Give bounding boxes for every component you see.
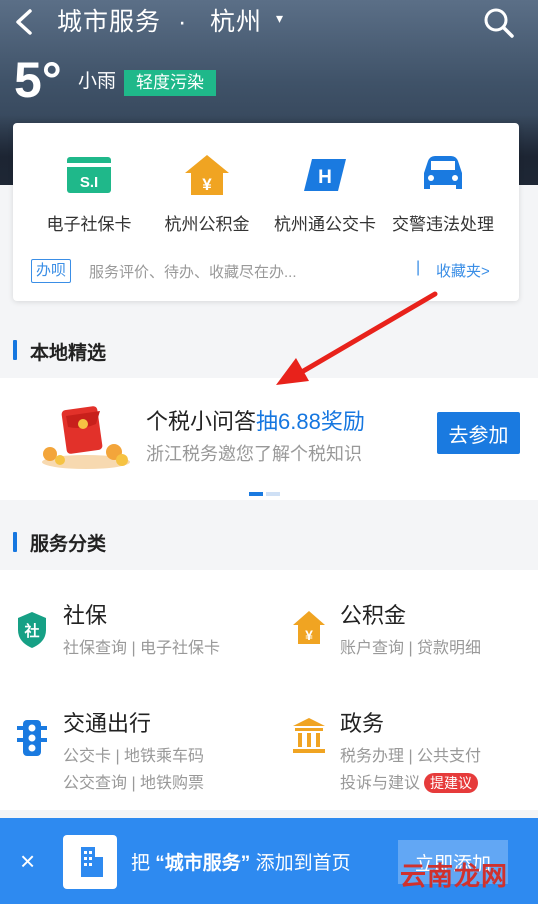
back-arrow-icon[interactable] [12, 8, 36, 36]
category-links[interactable]: 公交查询 | 地铁购票 [63, 769, 204, 793]
category-name: 公积金 [340, 603, 407, 628]
complaint-link[interactable]: 投诉与建议 [340, 775, 420, 792]
building-icon [81, 847, 103, 877]
car-icon [424, 156, 462, 189]
add-suffix: 添加到首页 [255, 853, 351, 874]
temperature: 5° [14, 52, 62, 108]
page-title: 城市服务 [57, 8, 162, 36]
category-links: 投诉与建议 提建议 [340, 769, 479, 793]
promo-subtitle: 浙江税务邀您了解个税知识 [146, 444, 362, 464]
hint-divider: | [416, 259, 421, 276]
promo-title: 个税小问答抽6.88奖励 [146, 404, 365, 436]
category-name: 政务 [340, 711, 385, 736]
quick-service-label: 交警违法处理 [392, 215, 494, 234]
promo-reward: 抽6.88奖励 [256, 409, 365, 434]
add-to-home-text: 把 “城市服务” 添加到首页 [131, 848, 351, 875]
suggest-tag[interactable]: 提建议 [424, 773, 479, 793]
section-title-categories: 服务分类 [30, 534, 107, 555]
traffic-light-icon [17, 720, 47, 756]
house-yen-icon: ¥ [293, 611, 325, 644]
add-app-name: “城市服务” [155, 853, 251, 874]
app-icon [63, 835, 117, 889]
svg-text:社: 社 [23, 622, 39, 640]
banbei-badge: 办呗 [31, 259, 72, 283]
quick-service-housing-fund[interactable]: ¥ 杭州公积金 [147, 153, 267, 235]
bus-card-icon: H [304, 159, 346, 191]
quick-service-traffic-violation[interactable]: 交警违法处理 [383, 153, 503, 235]
category-links[interactable]: 税务办理 | 公共支付 [340, 742, 481, 766]
service-categories: 社 社保 社保查询 | 电子社保卡 ¥ 公积金 账户查询 | 贷款明细 交通出行… [0, 570, 538, 810]
social-security-card-icon: S.I [67, 157, 111, 193]
category-social-security[interactable]: 社 社保 社保查询 | 电子社保卡 [15, 598, 265, 668]
category-name: 社保 [63, 603, 108, 628]
svg-text:¥: ¥ [305, 627, 313, 643]
category-housing-fund[interactable]: ¥ 公积金 账户查询 | 贷款明细 [292, 598, 532, 668]
chevron-down-icon[interactable]: ▾ [276, 10, 283, 27]
air-quality-badge: 轻度污染 [124, 70, 216, 96]
shield-icon: 社 [18, 612, 46, 648]
category-links[interactable]: 公交卡 | 地铁乘车码 [63, 742, 204, 766]
title-separator: · [178, 8, 187, 36]
quick-service-label: 电子社保卡 [46, 215, 132, 234]
search-icon[interactable] [483, 7, 515, 39]
category-government[interactable]: 政务 税务办理 | 公共支付 投诉与建议 提建议 [292, 706, 532, 796]
close-icon[interactable]: × [20, 848, 35, 874]
top-bar: 城市服务 · 杭州 ▾ [0, 0, 538, 44]
section-title-local: 本地精选 [30, 343, 107, 364]
hint-text: 服务评价、待办、收藏尽在办... [89, 264, 297, 281]
city-selector[interactable]: 杭州 [210, 4, 262, 40]
category-name: 交通出行 [63, 711, 152, 736]
quick-service-social-card[interactable]: S.I 电子社保卡 [29, 153, 149, 235]
service-hint-bar[interactable]: 办呗 服务评价、待办、收藏尽在办... | 收藏夹> [13, 251, 519, 291]
quick-service-label: 杭州通公交卡 [274, 215, 376, 234]
svg-text:S.I: S.I [80, 174, 98, 191]
weather-condition: 小雨 [78, 71, 117, 92]
promo-banner[interactable]: 个税小问答抽6.88奖励 浙江税务邀您了解个税知识 去参加 [0, 378, 538, 500]
red-envelope-icon [42, 406, 130, 469]
category-links[interactable]: 账户查询 | 贷款明细 [340, 634, 481, 658]
carousel-indicator [249, 492, 280, 496]
join-button[interactable]: 去参加 [437, 412, 520, 454]
svg-text:H: H [318, 167, 332, 188]
section-accent-bar [13, 340, 17, 360]
svg-text:¥: ¥ [202, 175, 212, 194]
add-prefix: 把 [131, 853, 151, 874]
government-building-icon [293, 718, 325, 753]
section-accent-bar [13, 532, 17, 552]
housing-fund-icon: ¥ [185, 155, 229, 195]
quick-service-label: 杭州公积金 [164, 215, 250, 234]
category-transport[interactable]: 交通出行 公交卡 | 地铁乘车码 公交查询 | 地铁购票 [15, 706, 275, 796]
promo-title-text: 个税小问答 [146, 409, 257, 434]
watermark: 云南龙网 [400, 861, 509, 891]
quick-service-bus-card[interactable]: H 杭州通公交卡 [265, 153, 385, 235]
quick-services-card: S.I 电子社保卡 ¥ 杭州公积金 H 杭州通公交卡 交警违法处理 办呗 服务评… [13, 123, 519, 301]
favorites-link[interactable]: 收藏夹> [436, 260, 490, 281]
category-links[interactable]: 社保查询 | 电子社保卡 [63, 634, 220, 658]
